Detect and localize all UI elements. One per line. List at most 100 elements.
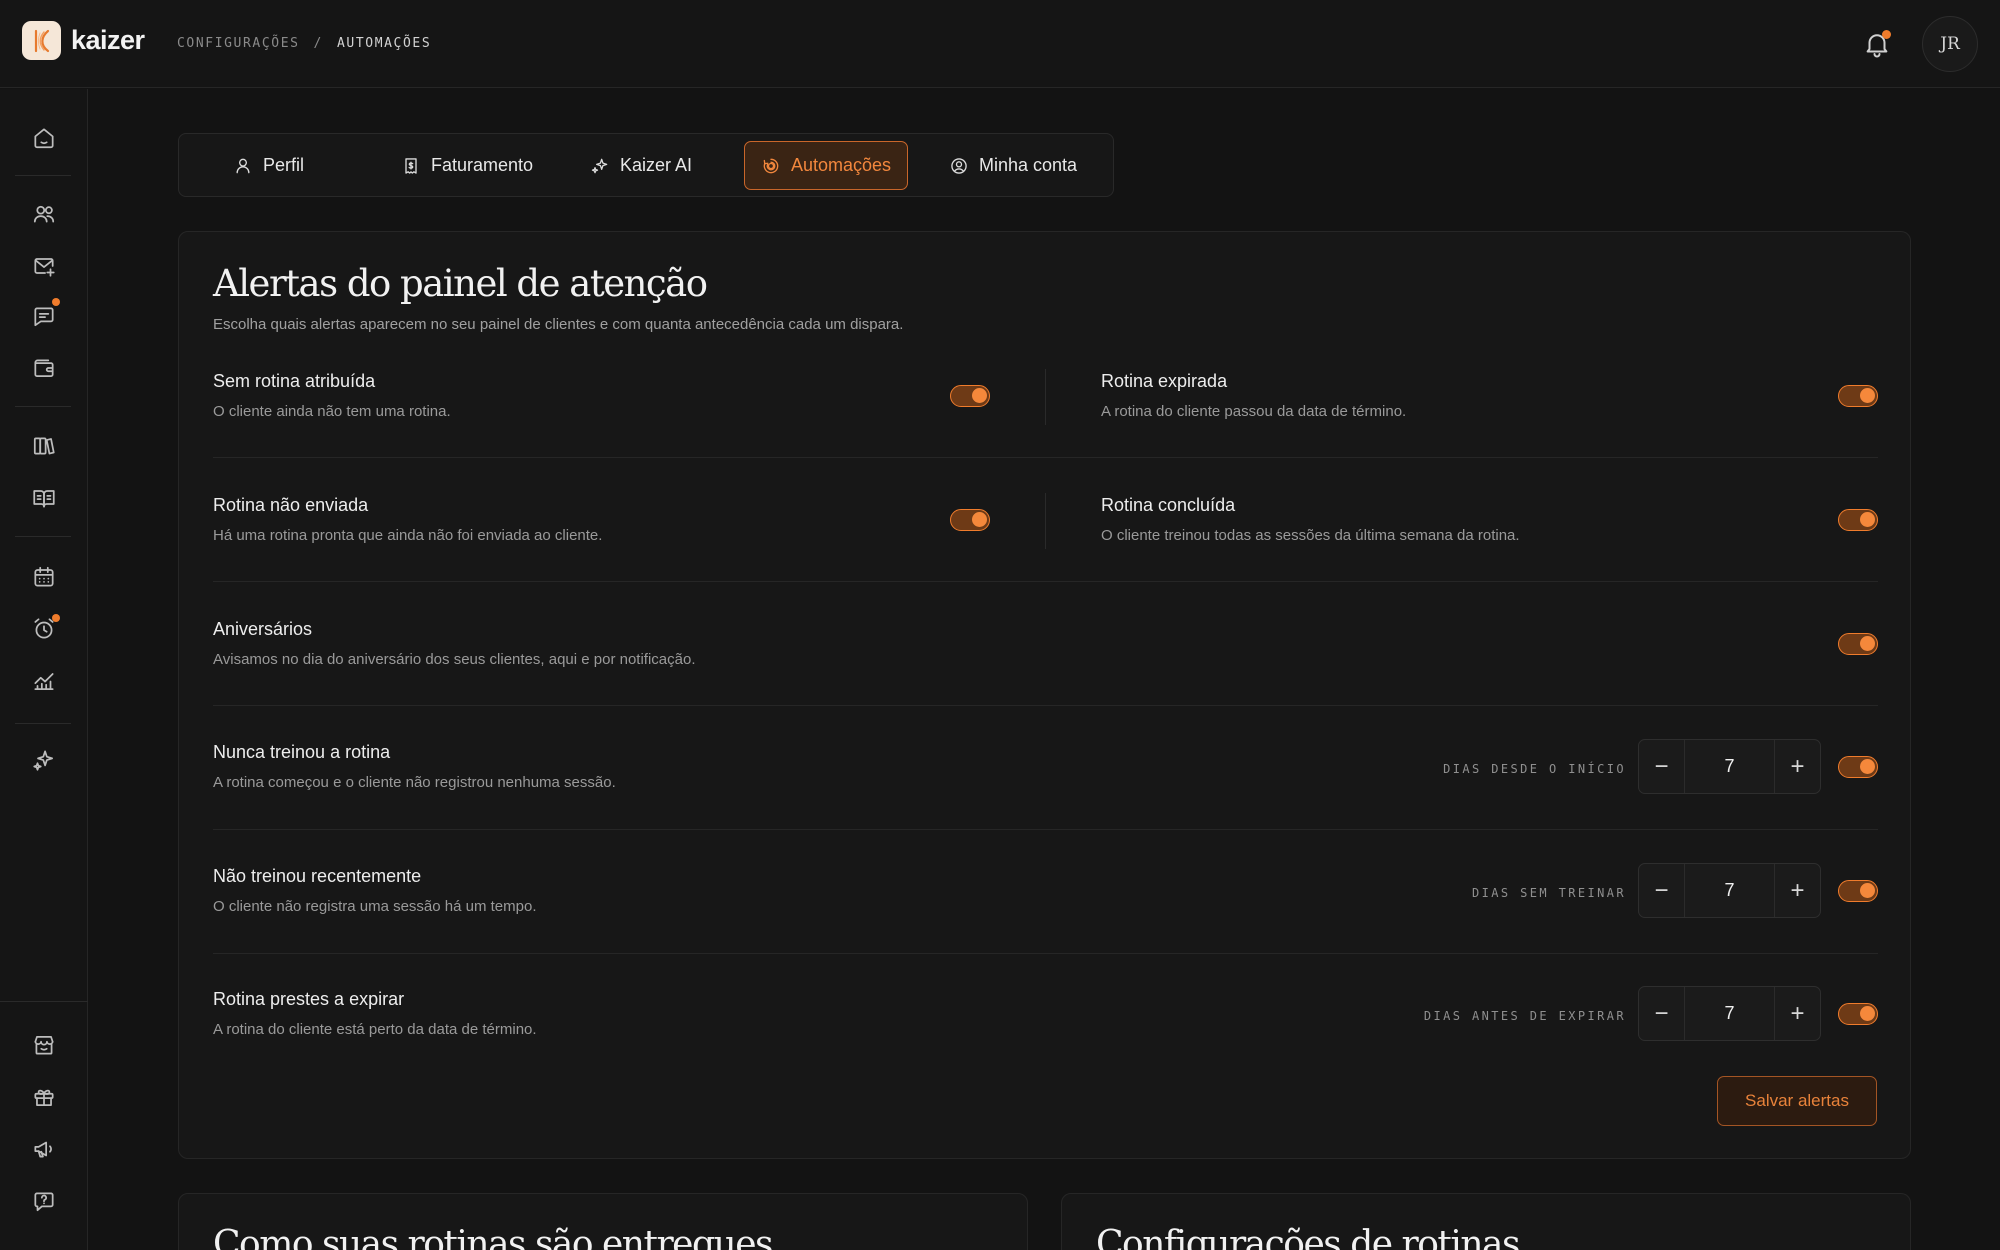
sidebar-divider: [15, 406, 71, 407]
sidebar-divider: [15, 175, 71, 176]
sidebar-item-kaizer-ai[interactable]: [27, 743, 61, 777]
brand-name: kaizer: [71, 25, 145, 55]
store-icon: [34, 1036, 54, 1055]
sidebar-item-store[interactable]: [27, 1028, 61, 1062]
alert-title-prestes-expirar: Rotina prestes a expirar: [213, 989, 405, 1009]
decrement-button[interactable]: −: [1639, 987, 1685, 1040]
row-divider: [213, 581, 1878, 582]
tab-faturamento[interactable]: Faturamento: [385, 141, 549, 190]
sidebar: [0, 89, 88, 1250]
sidebar-item-wallet[interactable]: [27, 351, 61, 385]
automation-icon: [763, 158, 779, 173]
brand-logo[interactable]: kaizer: [22, 21, 145, 60]
alerts-title: Alertas do painel de atenção: [213, 262, 708, 305]
user-icon: [236, 158, 250, 173]
home-icon: [34, 128, 54, 149]
alert-title-nunca-treinou: Nunca treinou a rotina: [213, 742, 391, 762]
toggle-sem-rotina[interactable]: [950, 385, 990, 407]
toggle-nunca-treinou[interactable]: [1838, 756, 1878, 778]
threshold-label-dias-antes-expirar: DIAS ANTES DE EXPIRAR: [1423, 1009, 1626, 1023]
chart-icon: [34, 673, 54, 690]
row-divider: [213, 953, 1878, 954]
open-book-icon: [33, 490, 55, 508]
avatar[interactable]: JR: [1922, 16, 1978, 72]
toggle-rotina-nao-enviada[interactable]: [950, 509, 990, 531]
tab-perfil[interactable]: Perfil: [217, 141, 320, 190]
alert-desc-nao-treinou: O cliente não registra uma sessão há um …: [213, 898, 537, 915]
sidebar-item-clients[interactable]: [27, 197, 61, 231]
alert-desc-rotina-expirada: A rotina do cliente passou da data de té…: [1101, 403, 1407, 420]
alert-desc-nunca-treinou: A rotina começou e o cliente não registr…: [213, 774, 616, 791]
stepper-value[interactable]: 7: [1685, 987, 1774, 1040]
sidebar-item-announcements[interactable]: [27, 1132, 61, 1166]
alert-title-rotina-expirada: Rotina expirada: [1101, 371, 1228, 391]
chat-icon: [34, 307, 54, 327]
account-circle-icon: [951, 157, 967, 174]
increment-button[interactable]: +: [1774, 987, 1820, 1040]
sidebar-item-analytics[interactable]: [27, 664, 61, 698]
decrement-button[interactable]: −: [1639, 740, 1685, 793]
mail-plus-icon: [34, 258, 55, 277]
toggle-aniversarios[interactable]: [1838, 633, 1878, 655]
toggle-nao-treinou[interactable]: [1838, 880, 1878, 902]
sidebar-item-home[interactable]: [27, 121, 61, 155]
sidebar-item-invites[interactable]: [27, 249, 61, 283]
threshold-label-dias-sem-treinar: DIAS SEM TREINAR: [1472, 886, 1626, 900]
delivery-card: Como suas rotinas são entregues: [178, 1193, 1028, 1250]
routine-settings-card-title: Configurações de rotinas: [1096, 1224, 1520, 1250]
save-alerts-button[interactable]: Salvar alertas: [1717, 1076, 1877, 1126]
gift-icon: [34, 1089, 54, 1106]
increment-button[interactable]: +: [1774, 740, 1820, 793]
help-icon: [34, 1192, 54, 1212]
alert-title-rotina-nao-enviada: Rotina não enviada: [213, 495, 369, 515]
alert-title-sem-rotina: Sem rotina atribuída: [213, 371, 376, 391]
increment-button[interactable]: +: [1774, 864, 1820, 917]
sidebar-item-help[interactable]: [27, 1184, 61, 1218]
sparkles-icon: [33, 750, 53, 771]
alerts-card: Alertas do painel de atenção Escolha qua…: [178, 231, 1911, 1159]
sidebar-item-calendar[interactable]: [27, 560, 61, 594]
books-icon: [33, 437, 55, 455]
calendar-icon: [34, 566, 54, 587]
alert-desc-aniversarios: Avisamos no dia do aniversário dos seus …: [213, 651, 696, 668]
row-divider: [213, 457, 1878, 458]
breadcrumb-item-automacoes: AUTOMAÇÕES: [336, 36, 432, 51]
column-divider: [1045, 369, 1046, 425]
delivery-card-title: Como suas rotinas são entregues: [213, 1224, 773, 1250]
tab-label: Minha conta: [979, 155, 1078, 175]
notification-badge: [1882, 30, 1891, 39]
alert-desc-rotina-nao-enviada: Há uma rotina pronta que ainda não foi e…: [213, 527, 603, 544]
toggle-rotina-concluida[interactable]: [1838, 509, 1878, 531]
sidebar-item-library[interactable]: [27, 429, 61, 463]
settings-tabs: Perfil Faturamento Kaizer AI Automações …: [178, 133, 1114, 197]
sidebar-divider: [15, 536, 71, 537]
kaizer-logo-icon: [22, 21, 61, 60]
wallet-icon: [34, 359, 54, 377]
alert-title-nao-treinou: Não treinou recentemente: [213, 866, 422, 886]
decrement-button[interactable]: −: [1639, 864, 1685, 917]
tab-minha-conta[interactable]: Minha conta: [933, 141, 1093, 190]
alert-title-rotina-concluida: Rotina concluída: [1101, 495, 1236, 515]
tab-label: Perfil: [263, 155, 305, 175]
tab-kaizer-ai[interactable]: Kaizer AI: [574, 141, 708, 190]
messages-badge: [52, 298, 60, 306]
stepper-value[interactable]: 7: [1685, 740, 1774, 793]
toggle-rotina-expirada[interactable]: [1838, 385, 1878, 407]
row-divider: [213, 705, 1878, 706]
tab-label: Kaizer AI: [620, 155, 693, 175]
reminders-badge: [52, 614, 60, 622]
tab-label: Automações: [791, 155, 892, 175]
breadcrumb-item-configuracoes[interactable]: CONFIGURAÇÕES: [177, 36, 300, 51]
routine-settings-card: Configurações de rotinas: [1061, 1193, 1911, 1250]
alert-title-aniversarios: Aniversários: [213, 619, 313, 639]
threshold-label-dias-desde-inicio: DIAS DESDE O INÍCIO: [1443, 762, 1626, 776]
sidebar-item-rewards[interactable]: [27, 1080, 61, 1114]
quantity-stepper-nunca-treinou: − 7 +: [1638, 739, 1821, 794]
toggle-prestes-expirar[interactable]: [1838, 1003, 1878, 1025]
stepper-value[interactable]: 7: [1685, 864, 1774, 917]
sidebar-divider: [0, 1001, 88, 1002]
tab-automacoes[interactable]: Automações: [744, 141, 909, 190]
sidebar-item-guides[interactable]: [27, 481, 61, 515]
megaphone-icon: [34, 1141, 52, 1158]
alert-desc-prestes-expirar: A rotina do cliente está perto da data d…: [213, 1021, 537, 1038]
